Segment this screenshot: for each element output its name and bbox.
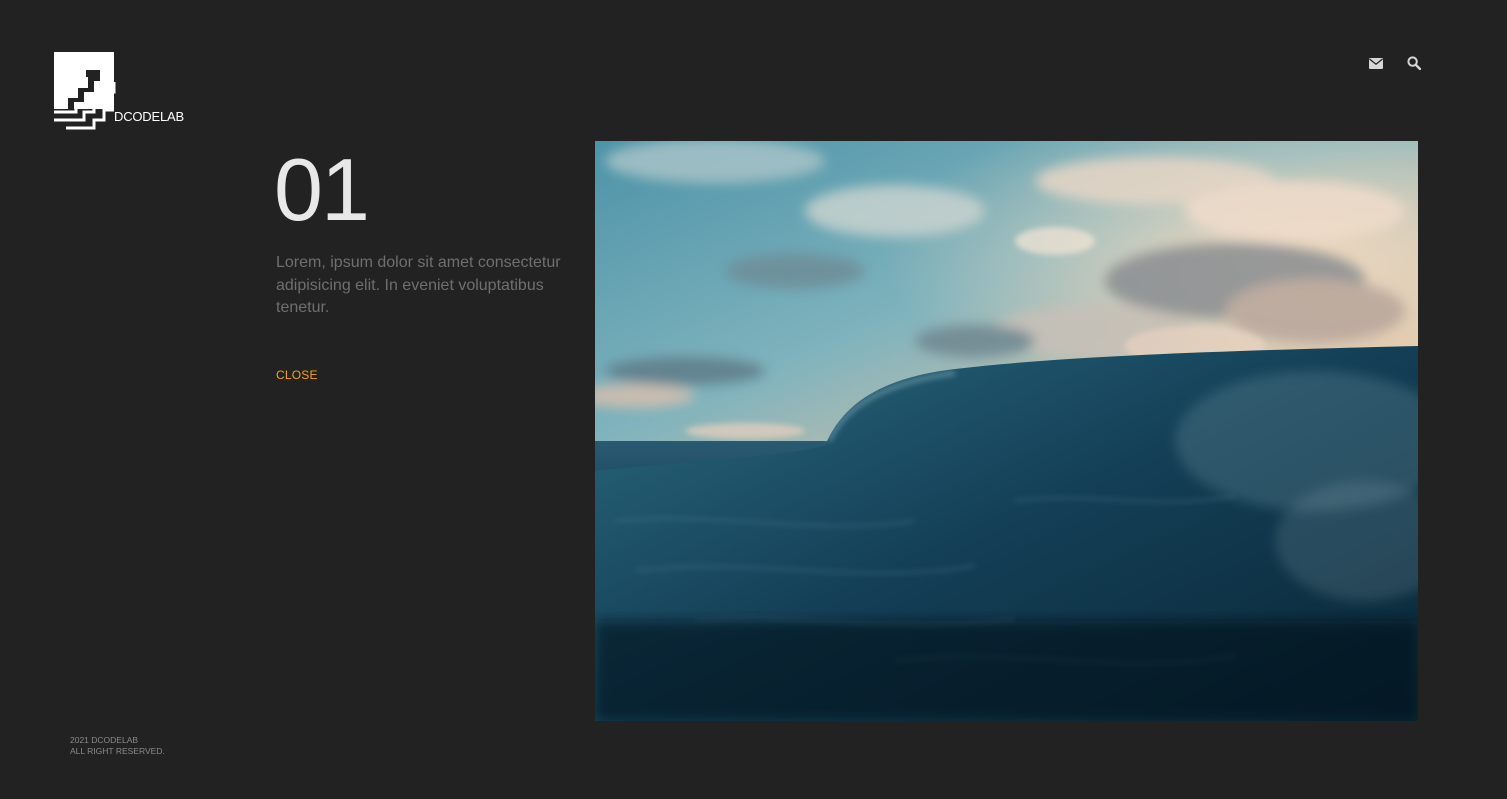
footer-copyright: 2021 DCODELAB (70, 735, 139, 745)
stairs-logo-icon (54, 52, 116, 130)
slide-description: Lorem, ipsum dolor sit amet consectetur … (276, 254, 561, 316)
header-actions (1368, 55, 1422, 71)
page: DCODELAB 01 Lorem, ipsum dolor sit amet … (0, 0, 1507, 799)
close-button[interactable]: CLOSE (276, 368, 318, 382)
brand-name: DCODELAB (114, 109, 184, 124)
slide-media-image (595, 141, 1418, 721)
slide-number: 01 (274, 140, 370, 239)
ocean-wave-illustration (595, 141, 1418, 721)
envelope-icon[interactable] (1368, 55, 1384, 71)
search-icon[interactable] (1406, 55, 1422, 71)
brand-logo[interactable]: DCODELAB (54, 52, 194, 132)
footer: 2021 DCODELAB ALL RIGHT RESERVED. (70, 735, 165, 756)
footer-rights: ALL RIGHT RESERVED. (70, 745, 165, 756)
